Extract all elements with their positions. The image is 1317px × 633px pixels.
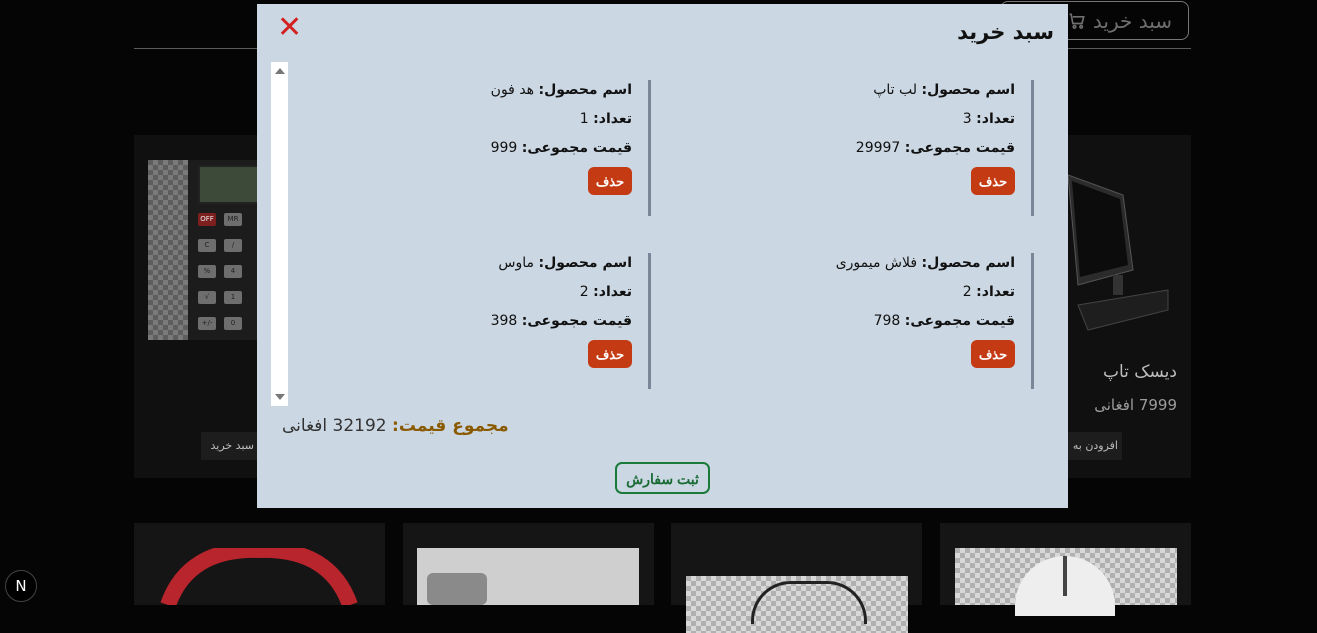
item-total-line: قیمت مجموعی: 398: [291, 311, 632, 340]
cart-total-label: مجموع قیمت:: [392, 416, 509, 436]
item-total: 398: [490, 313, 518, 329]
close-icon[interactable]: ✕: [277, 13, 302, 43]
item-qty: 2: [962, 284, 972, 300]
item-qty: 1: [579, 111, 589, 127]
item-name-label: اسم محصول:: [538, 82, 633, 98]
submit-order-button[interactable]: ثبت سفارش: [615, 462, 710, 494]
headphone-product-image: [160, 548, 358, 605]
item-qty: 2: [579, 284, 589, 300]
item-qty-line: تعداد: 1: [291, 109, 632, 138]
item-total-label: قیمت مجموعی:: [521, 313, 632, 329]
item-total: 798: [873, 313, 901, 329]
delete-button[interactable]: حذف: [971, 340, 1015, 368]
item-name: فلاش میموری: [835, 255, 918, 271]
item-total-label: قیمت مجموعی:: [904, 140, 1015, 156]
desktop-product-price: 7999 افغانی: [1094, 396, 1177, 414]
item-total-line: قیمت مجموعی: 999: [291, 138, 632, 167]
cart-item: اسم محصول: لب تاپ تعداد: 3 قیمت مجموعی: …: [674, 80, 1034, 216]
item-qty-label: تعداد:: [976, 111, 1015, 127]
item-total-label: قیمت مجموعی:: [521, 140, 632, 156]
desktop-product-image: [1068, 174, 1169, 331]
calc-key: +/-: [198, 317, 216, 330]
scrollbar[interactable]: [271, 62, 288, 406]
item-qty-label: تعداد:: [593, 111, 632, 127]
calc-key: /: [224, 239, 242, 252]
item-qty: 3: [962, 111, 972, 127]
mouse-product-image: [955, 548, 1177, 616]
cart-item: اسم محصول: فلاش میموری تعداد: 2 قیمت مجم…: [674, 253, 1034, 389]
item-total-label: قیمت مجموعی:: [904, 313, 1015, 329]
next-dev-badge[interactable]: N: [5, 570, 37, 602]
cart-item: اسم محصول: ماوس تعداد: 2 قیمت مجموعی: 39…: [291, 253, 651, 389]
delete-button[interactable]: حذف: [588, 340, 632, 368]
item-name-line: اسم محصول: لب تاپ: [674, 80, 1015, 109]
calc-key: √: [198, 291, 216, 304]
calc-key: C: [198, 239, 216, 252]
item-qty-label: تعداد:: [593, 284, 632, 300]
delete-button[interactable]: حذف: [588, 167, 632, 195]
desktop-product-name: دیسک تاپ: [1102, 362, 1177, 382]
calc-key: 4: [224, 265, 242, 278]
calc-key: OFF: [198, 213, 216, 226]
item-name: ماوس: [498, 255, 535, 271]
item-name-label: اسم محصول:: [538, 255, 633, 271]
cart-total-value: 32192 افغانی: [282, 416, 387, 436]
item-qty-line: تعداد: 2: [674, 282, 1015, 311]
add-to-cart-button[interactable]: افزودن به: [1068, 432, 1122, 460]
item-total-line: قیمت مجموعی: 798: [674, 311, 1015, 340]
item-name-label: اسم محصول:: [921, 255, 1016, 271]
item-name: لب تاپ: [873, 82, 918, 98]
cart-modal: سبد خرید ✕ اسم محصول: لب تاپ تعداد: 3 قی…: [257, 4, 1068, 508]
item-total: 29997: [855, 140, 901, 156]
calc-key: 0: [224, 317, 242, 330]
cart-icon: [1069, 13, 1085, 29]
calc-key: 1: [224, 291, 242, 304]
item-total-line: قیمت مجموعی: 29997: [674, 138, 1015, 167]
cart-total: مجموع قیمت: 32192 افغانی: [282, 416, 509, 436]
item-name: هد فون: [490, 82, 535, 98]
delete-button[interactable]: حذف: [971, 167, 1015, 195]
scroll-down-icon[interactable]: [275, 394, 285, 400]
cart-item: اسم محصول: هد فون تعداد: 1 قیمت مجموعی: …: [291, 80, 651, 216]
item-qty-line: تعداد: 2: [291, 282, 632, 311]
item-total: 999: [490, 140, 518, 156]
item-qty-label: تعداد:: [976, 284, 1015, 300]
item-name-line: اسم محصول: فلاش میموری: [674, 253, 1015, 282]
add-to-cart-button[interactable]: سبد خرید: [201, 432, 258, 460]
item-name-line: اسم محصول: هد فون: [291, 80, 632, 109]
header-cart-label: سبد خرید: [1092, 8, 1172, 33]
calc-key: MR: [224, 213, 242, 226]
modal-title: سبد خرید: [957, 20, 1054, 44]
flash-product-image: [417, 548, 639, 605]
item-name-label: اسم محصول:: [921, 82, 1016, 98]
scroll-up-icon[interactable]: [275, 68, 285, 74]
calc-key: %: [198, 265, 216, 278]
item-name-line: اسم محصول: ماوس: [291, 253, 632, 282]
item-qty-line: تعداد: 3: [674, 109, 1015, 138]
